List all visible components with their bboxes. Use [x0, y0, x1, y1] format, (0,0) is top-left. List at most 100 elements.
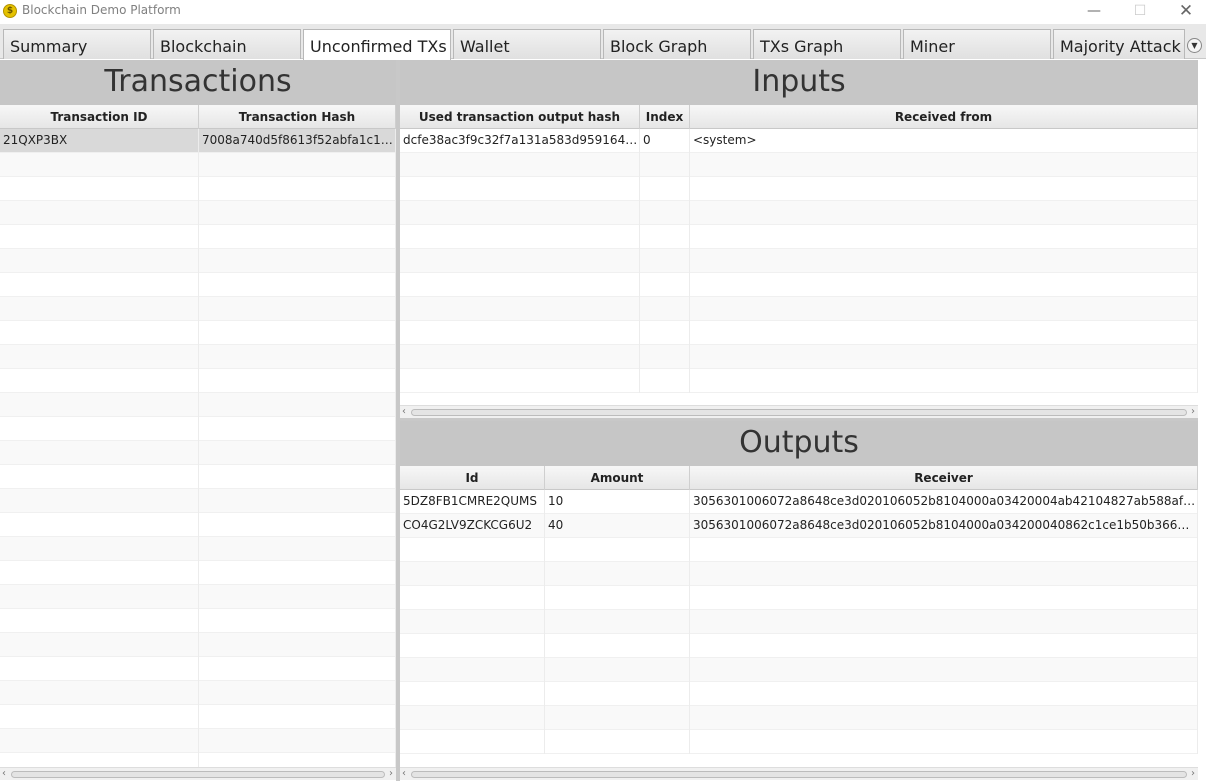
empty-cell [400, 682, 545, 706]
tab-majority-attack[interactable]: Majority Attack [1053, 29, 1185, 59]
receiver-cell: 3056301006072a8648ce3d020106052b8104000a… [690, 514, 1198, 538]
empty-cell [199, 465, 396, 489]
empty-cell [400, 153, 640, 177]
minimize-button[interactable]: — [1071, 0, 1117, 24]
empty-cell [0, 489, 199, 513]
empty-table-row [0, 513, 396, 537]
close-button[interactable]: ✕ [1163, 0, 1206, 24]
column-header-used-output-hash[interactable]: Used transaction output hash [400, 105, 640, 129]
empty-table-row [0, 489, 396, 513]
empty-table-row [0, 369, 396, 393]
column-header-receiver[interactable]: Receiver [690, 466, 1198, 490]
empty-cell [690, 177, 1198, 201]
empty-cell [690, 634, 1198, 658]
column-header-transaction-id[interactable]: Transaction ID [0, 105, 199, 129]
empty-table-row [0, 657, 396, 681]
empty-cell [400, 297, 640, 321]
empty-cell [640, 201, 690, 225]
tab-block-graph[interactable]: Block Graph [603, 29, 751, 59]
empty-cell [545, 634, 690, 658]
empty-cell [690, 201, 1198, 225]
inputs-horizontal-scrollbar[interactable]: ‹ › [400, 405, 1198, 418]
empty-table-row [400, 610, 1198, 634]
empty-cell [640, 177, 690, 201]
empty-cell [199, 609, 396, 633]
inputs-table: Used transaction output hash Index Recei… [400, 105, 1198, 405]
empty-cell [690, 321, 1198, 345]
empty-cell [400, 201, 640, 225]
empty-table-row [400, 249, 1198, 273]
tab-txs-graph[interactable]: TXs Graph [753, 29, 901, 59]
empty-table-row [0, 537, 396, 561]
empty-table-row [400, 297, 1198, 321]
inputs-title: Inputs [400, 60, 1198, 105]
empty-cell [0, 441, 199, 465]
empty-cell [199, 321, 396, 345]
window-title: Blockchain Demo Platform [22, 3, 181, 17]
empty-table-row [400, 538, 1198, 562]
table-row[interactable]: 5DZ8FB1CMRE2QUMS 10 3056301006072a8648ce… [400, 490, 1198, 514]
empty-cell [545, 706, 690, 730]
empty-cell [545, 538, 690, 562]
empty-cell [0, 321, 199, 345]
empty-cell [0, 273, 199, 297]
empty-cell [199, 753, 396, 767]
column-header-received-from[interactable]: Received from [690, 105, 1198, 129]
table-header: Id Amount Receiver [400, 466, 1198, 490]
scroll-right-icon[interactable]: › [389, 768, 393, 780]
tab-unconfirmed-txs[interactable]: Unconfirmed TXs [303, 29, 451, 60]
scroll-left-icon[interactable]: ‹ [2, 768, 6, 780]
empty-cell [400, 658, 545, 682]
scroll-right-icon[interactable]: › [1191, 406, 1195, 418]
scroll-thumb[interactable] [411, 771, 1187, 778]
empty-cell [199, 369, 396, 393]
empty-cell [640, 273, 690, 297]
empty-cell [0, 417, 199, 441]
receiver-cell: 3056301006072a8648ce3d020106052b8104000a… [690, 490, 1198, 514]
tab-summary[interactable]: Summary [3, 29, 151, 59]
table-row[interactable]: CO4G2LV9ZCKCG6U2 40 3056301006072a8648ce… [400, 514, 1198, 538]
empty-cell [199, 537, 396, 561]
column-header-id[interactable]: Id [400, 466, 545, 490]
empty-table-row [400, 273, 1198, 297]
scroll-left-icon[interactable]: ‹ [402, 768, 406, 780]
empty-cell [199, 297, 396, 321]
scroll-right-icon[interactable]: › [1191, 768, 1195, 780]
empty-table-row [0, 417, 396, 441]
empty-cell [400, 321, 640, 345]
tab-overflow-menu-icon[interactable]: ▼ [1187, 38, 1202, 53]
column-header-transaction-hash[interactable]: Transaction Hash [199, 105, 396, 129]
empty-cell [199, 633, 396, 657]
empty-cell [0, 609, 199, 633]
empty-cell [545, 562, 690, 586]
maximize-button[interactable]: ☐ [1117, 0, 1163, 24]
tab-miner[interactable]: Miner [903, 29, 1051, 59]
table-row[interactable]: dcfe38ac3f9c32f7a131a583d95916438f35... … [400, 129, 1198, 153]
empty-cell [0, 249, 199, 273]
column-header-index[interactable]: Index [640, 105, 690, 129]
empty-cell [0, 297, 199, 321]
empty-cell [690, 273, 1198, 297]
scroll-thumb[interactable] [11, 771, 385, 778]
scroll-thumb[interactable] [411, 409, 1187, 416]
column-header-amount[interactable]: Amount [545, 466, 690, 490]
outputs-horizontal-scrollbar[interactable]: ‹ › [400, 767, 1198, 780]
empty-cell [400, 177, 640, 201]
empty-cell [199, 249, 396, 273]
empty-cell [690, 706, 1198, 730]
empty-table-row [0, 201, 396, 225]
tab-blockchain[interactable]: Blockchain [153, 29, 301, 59]
tab-wallet[interactable]: Wallet [453, 29, 601, 59]
empty-table-row [400, 177, 1198, 201]
empty-cell [0, 657, 199, 681]
empty-table-row [0, 465, 396, 489]
scroll-left-icon[interactable]: ‹ [402, 406, 406, 418]
amount-cell: 10 [545, 490, 690, 514]
empty-cell [690, 610, 1198, 634]
empty-cell [0, 465, 199, 489]
empty-table-row [400, 730, 1198, 754]
transactions-horizontal-scrollbar[interactable]: ‹ › [0, 767, 396, 780]
empty-cell [400, 249, 640, 273]
table-row[interactable]: 21QXP3BX 7008a740d5f8613f52abfa1c1190a..… [0, 129, 396, 153]
empty-table-row [0, 297, 396, 321]
